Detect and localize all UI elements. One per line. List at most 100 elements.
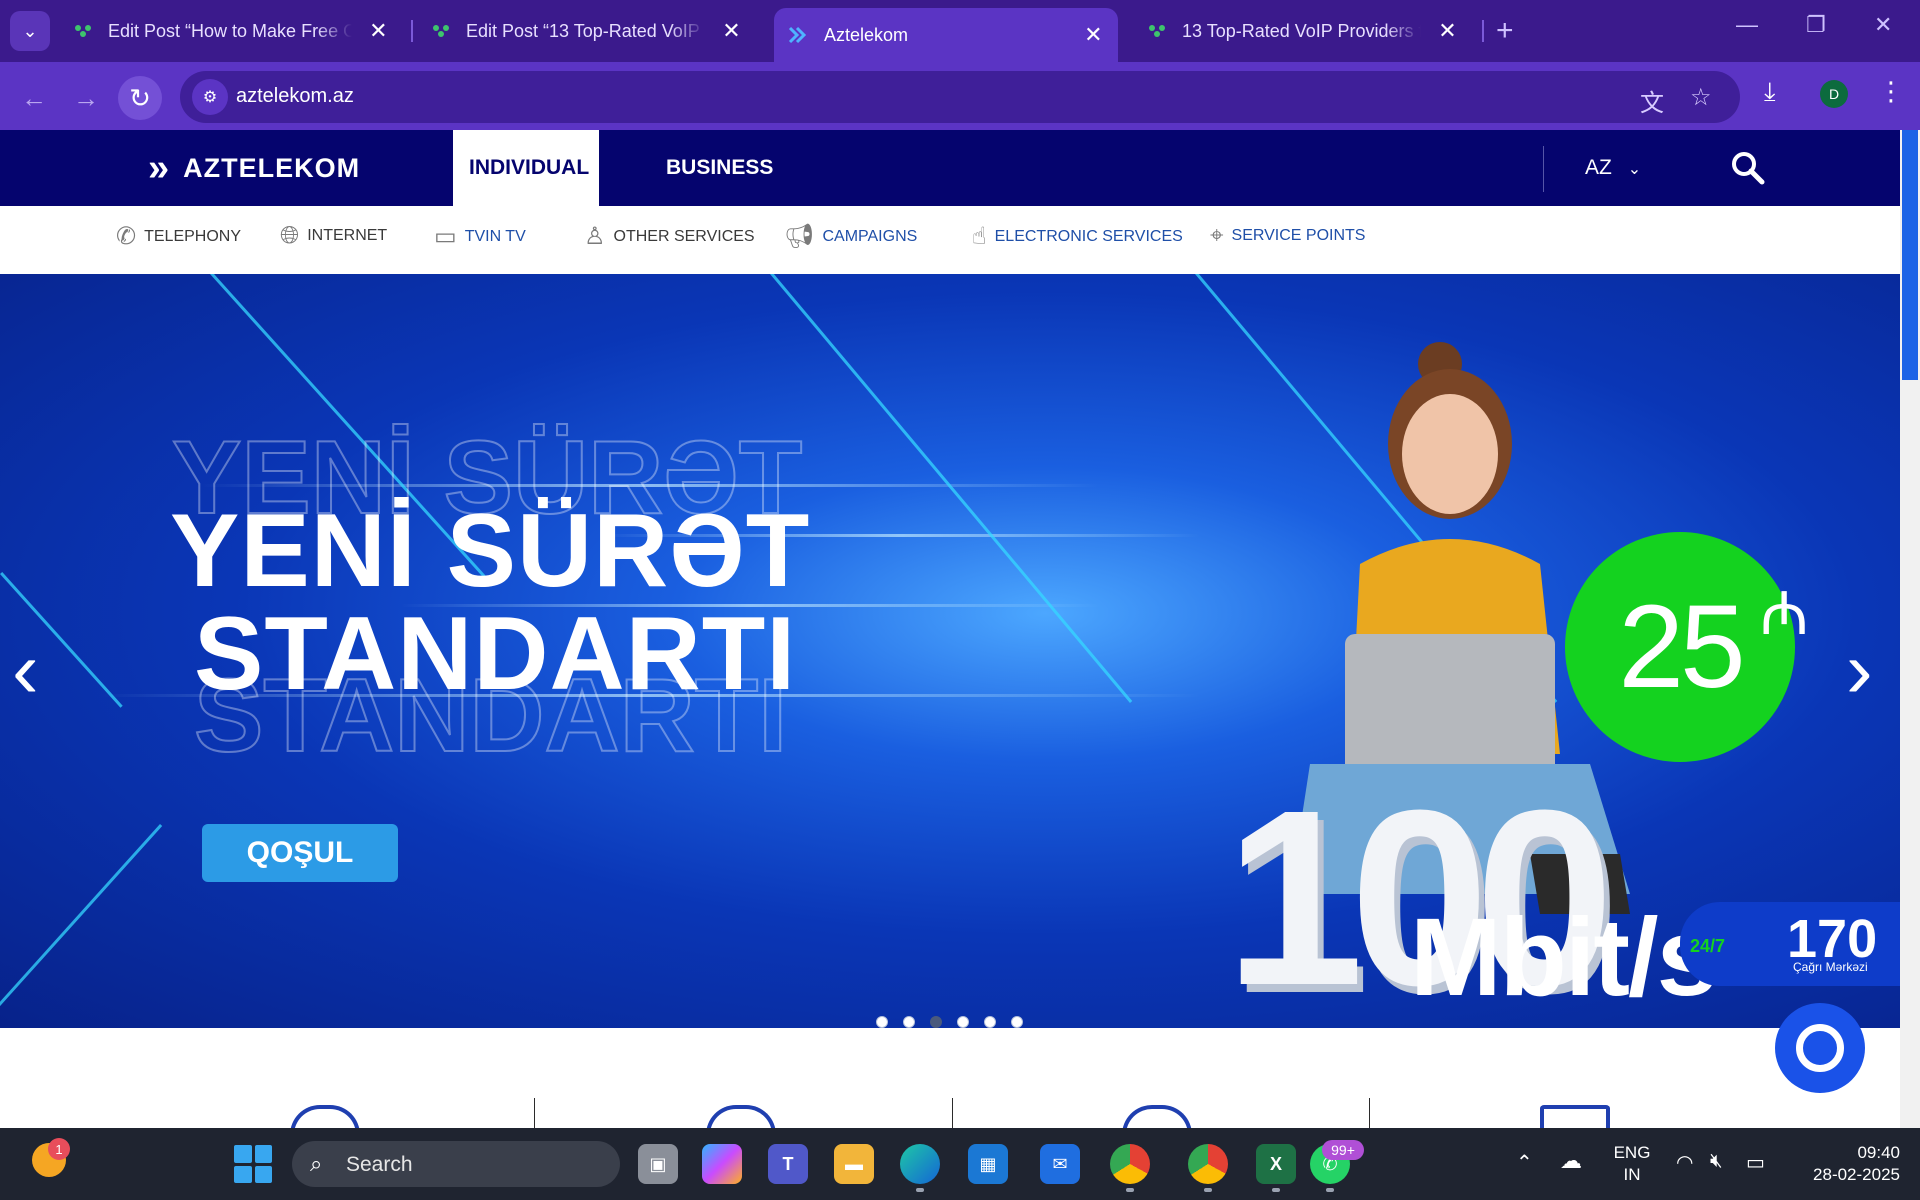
next-slide-chevron-icon[interactable]: › (1846, 624, 1873, 716)
chrome-profile-icon[interactable] (1188, 1144, 1228, 1184)
search-icon: ⌕ (310, 1151, 323, 1176)
subnav-label: TVIN TV (464, 227, 526, 245)
header-divider (1543, 146, 1544, 192)
search-icon[interactable] (1730, 150, 1766, 186)
windows-start-icon[interactable] (234, 1145, 272, 1183)
service-subnav: ✆ TELEPHONY 🌐︎ INTERNET ▭ TVIN TV ♙ OTHE… (0, 206, 1900, 274)
speed-unit: Mbit/s (1410, 896, 1718, 1019)
slide-dot[interactable] (984, 1016, 996, 1028)
battery-icon[interactable]: ▭ (1746, 1150, 1765, 1175)
slide-dot[interactable] (1011, 1016, 1023, 1028)
edge-icon[interactable] (900, 1144, 940, 1184)
wordpress-site-icon (75, 25, 91, 37)
globe-icon: 🌐︎ (280, 222, 300, 249)
join-button[interactable]: QOŞUL (202, 824, 398, 882)
forward-arrow-icon[interactable]: → (64, 76, 108, 120)
mail-icon[interactable]: ✉ (1040, 1144, 1080, 1184)
microsoft-store-icon[interactable]: ▦ (968, 1144, 1008, 1184)
tab-separator (1482, 20, 1484, 42)
copilot-icon[interactable] (702, 1144, 742, 1184)
minimize-icon[interactable]: — (1736, 12, 1758, 38)
call-center-hours: 24/7 (1690, 936, 1726, 956)
address-bar[interactable]: ⚙ aztelekom.az 文 ☆ (180, 71, 1740, 123)
slide-dot-active[interactable] (930, 1016, 942, 1028)
services-strip (0, 1028, 1900, 1128)
subnav-other-services[interactable]: ♙ OTHER SERVICES (584, 222, 755, 251)
close-tab-icon[interactable]: ✕ (1437, 18, 1458, 44)
profile-avatar[interactable]: D (1820, 80, 1848, 108)
clock[interactable]: 09:40 28-02-2025 (1796, 1142, 1900, 1186)
tab-search-button[interactable]: ⌄ (10, 11, 50, 51)
language-line2: IN (1623, 1165, 1641, 1184)
url-text[interactable]: aztelekom.az (236, 85, 354, 108)
file-explorer-icon[interactable]: ▬ (834, 1144, 874, 1184)
aztelekom-logo[interactable]: » AZTELEKOM (148, 144, 360, 192)
reload-icon[interactable]: ↻ (118, 76, 162, 120)
task-view-icon[interactable]: ▣ (638, 1144, 678, 1184)
subnav-tvin-tv[interactable]: ▭ TVIN TV (434, 222, 526, 251)
browser-tab-1[interactable]: Edit Post “How to Make Free Online ✕ (58, 10, 403, 52)
running-indicator (1204, 1188, 1212, 1192)
subnav-label: OTHER SERVICES (613, 227, 755, 245)
prev-slide-chevron-icon[interactable]: ‹ (12, 624, 39, 716)
site-info-icon[interactable]: ⚙ (192, 79, 228, 115)
scrollbar-thumb[interactable] (1902, 130, 1918, 380)
back-arrow-icon[interactable]: ← (12, 76, 56, 120)
close-window-icon[interactable]: ✕ (1874, 12, 1892, 38)
segment-business[interactable]: BUSINESS (650, 130, 789, 206)
hero-title-outline: STANDARTI (193, 658, 788, 774)
slide-dot[interactable] (876, 1016, 888, 1028)
light-line (770, 274, 1133, 703)
new-tab-plus-icon[interactable]: + (1496, 14, 1514, 48)
slide-dot[interactable] (957, 1016, 969, 1028)
translate-icon[interactable]: 文 (1640, 83, 1664, 118)
language-label: AZ (1585, 156, 1612, 179)
browser-tab-4[interactable]: 13 Top-Rated VoIP Providers for ✕ (1132, 10, 1472, 52)
wifi-icon[interactable]: ◠ (1676, 1150, 1693, 1175)
subnav-internet[interactable]: 🌐︎ INTERNET (280, 222, 387, 250)
slide-dot[interactable] (903, 1016, 915, 1028)
volume-muted-icon[interactable]: 🔇︎ (1710, 1150, 1723, 1173)
logo-text: AZTELEKOM (183, 152, 361, 183)
tab-title: Aztelekom (824, 24, 909, 45)
tab-separator (411, 20, 413, 42)
chat-icon (1796, 1024, 1844, 1072)
close-tab-icon[interactable]: ✕ (1083, 22, 1104, 48)
browser-tab-active[interactable]: Aztelekom ✕ (774, 8, 1118, 62)
menu-kebab-icon[interactable]: ⋮ (1878, 76, 1904, 107)
show-hidden-icons-chevron-icon[interactable]: ⌃ (1516, 1150, 1533, 1175)
call-center-label: Çağrı Mərkəzi (1793, 960, 1868, 974)
subnav-campaigns[interactable]: 📢︎ CAMPAIGNS (784, 222, 917, 251)
wordpress-site-icon (433, 25, 449, 37)
running-indicator (916, 1188, 924, 1192)
subnav-label: CAMPAIGNS (822, 227, 918, 245)
manat-currency-symbol: ₼ (1760, 580, 1809, 647)
tab-title: Edit Post “How to Make Free Online (108, 20, 352, 41)
running-indicator (1326, 1188, 1334, 1192)
browser-tab-2[interactable]: Edit Post “13 Top-Rated VoIP Pr ✕ (416, 10, 756, 52)
close-tab-icon[interactable]: ✕ (368, 18, 389, 44)
teams-icon[interactable]: T (768, 1144, 808, 1184)
segment-individual[interactable]: INDIVIDUAL (453, 130, 599, 206)
close-tab-icon[interactable]: ✕ (721, 18, 742, 44)
subnav-service-points[interactable]: ⌖ SERVICE POINTS (1210, 222, 1365, 250)
subnav-electronic-services[interactable]: ☝ ELECTRONIC SERVICES (972, 222, 1183, 251)
excel-icon[interactable]: X (1256, 1144, 1296, 1184)
tab-title: 13 Top-Rated VoIP Providers for (1182, 20, 1421, 41)
touch-icon: ☝ (972, 223, 987, 250)
language-selector[interactable]: AZ ⌄ (1585, 156, 1641, 180)
megaphone-icon: 📢︎ (784, 223, 815, 250)
restore-icon[interactable]: ❐ (1806, 12, 1826, 38)
taskbar-search[interactable]: ⌕ Search (292, 1141, 620, 1187)
chat-bubble-button[interactable] (1775, 1003, 1865, 1093)
onedrive-cloud-icon[interactable]: ☁ (1560, 1148, 1582, 1174)
column-divider (952, 1098, 953, 1128)
download-icon[interactable]: ⤓ (1764, 76, 1776, 108)
bookmark-star-icon[interactable]: ☆ (1690, 83, 1712, 112)
chrome-icon[interactable] (1110, 1144, 1150, 1184)
map-pin-icon: ⌖ (1210, 222, 1224, 249)
language-indicator[interactable]: ENG IN (1604, 1142, 1660, 1186)
tv-icon: ▭ (434, 223, 457, 250)
whatsapp-badge: 99+ (1322, 1140, 1364, 1160)
subnav-telephony[interactable]: ✆ TELEPHONY (116, 222, 241, 251)
